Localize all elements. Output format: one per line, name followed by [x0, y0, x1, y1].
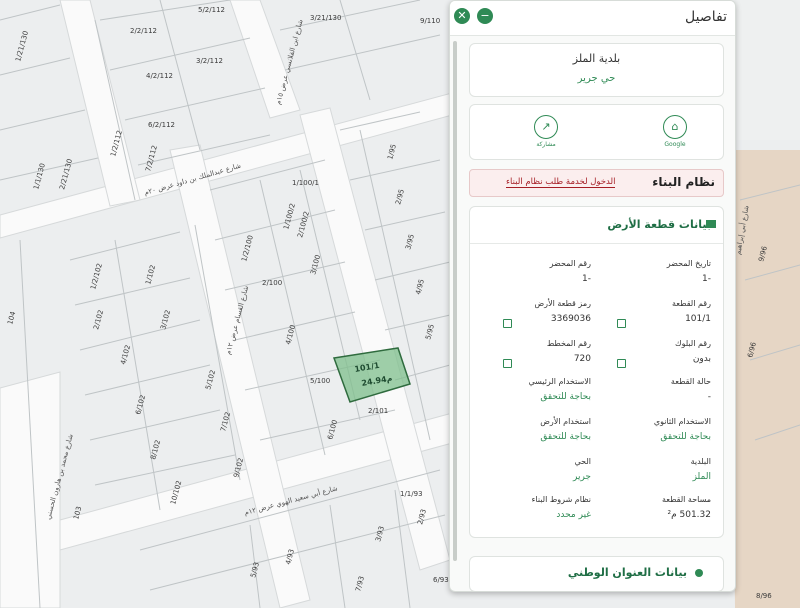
parcel-label: 4/2/112 [146, 72, 173, 80]
map-icon [706, 220, 716, 228]
field-secondary-use: الاستخدام الثانوي بحاجة للتحقق [653, 417, 711, 442]
parcel-label: 5/2/112 [198, 6, 225, 14]
parcel-label: 3/21/130 [310, 14, 341, 22]
building-system-title: نظام البناء [652, 175, 715, 189]
parcel-label: 9/110 [420, 17, 440, 25]
building-system-bar: نظام البناء الدخول لخدمة طلب نظام البناء [469, 169, 724, 197]
field-plot-status: حالة القطعة - [670, 377, 711, 402]
field-report-date: تاريخ المحضر -1 [666, 259, 711, 284]
field-main-use: الاستخدام الرئيسي بحاجة للتحقق [528, 377, 591, 402]
national-address-card[interactable]: بيانات العنوان الوطني [469, 556, 724, 591]
field-district: الحي جرير [573, 457, 591, 482]
parcel-label: 2/100 [262, 279, 282, 287]
parcel-label: 1/1/93 [400, 490, 423, 498]
share-label: مشاركة [536, 141, 556, 148]
field-plan-number: رقم المخطط 720 [546, 339, 591, 364]
google-label: Google [664, 141, 686, 148]
municipality-card: بلدية الملز حي جرير [469, 43, 724, 97]
panel-header: ✕ − تفاصيل [450, 1, 735, 36]
parcel-label: 2/101 [368, 407, 388, 415]
land-data-card: بيانات قطعة الأرض تاريخ المحضر -1 رقم ال… [469, 206, 724, 538]
field-block-number: رقم البلوك بدون [674, 339, 711, 364]
panel-title: تفاصيل [685, 9, 727, 25]
land-data-title: بيانات قطعة الأرض [607, 218, 711, 231]
parcel-label: 3/2/112 [196, 57, 223, 65]
copy-icon[interactable] [617, 359, 626, 368]
field-plot-number: رقم القطعة 101/1 [672, 299, 711, 324]
field-building-conditions: نظام شروط البناء غير محدد [531, 495, 591, 520]
copy-icon[interactable] [617, 319, 626, 328]
land-data-header[interactable]: بيانات قطعة الأرض [470, 207, 723, 244]
field-plot-code: رمز قطعة الأرض 3369036 [534, 299, 591, 324]
parcel-label: 5/100 [310, 377, 330, 385]
details-panel: ✕ − تفاصيل بلدية الملز حي جرير ⌂ Google … [449, 0, 736, 592]
parcel-label: 2/2/112 [130, 27, 157, 35]
parcel-label: 6/93 [433, 576, 449, 584]
map-pin-icon: ⌂ [663, 115, 687, 139]
actions-card: ⌂ Google ↗ مشاركة [469, 104, 724, 160]
district-name: حي جرير [577, 73, 616, 84]
close-icon[interactable]: ✕ [454, 8, 470, 24]
building-system-link[interactable]: الدخول لخدمة طلب نظام البناء [506, 177, 616, 188]
share-button[interactable]: ↗ مشاركة [526, 115, 566, 148]
municipality-name: بلدية الملز [572, 52, 621, 65]
copy-icon[interactable] [503, 359, 512, 368]
field-land-use: استخدام الأرض بحاجة للتحقق [540, 417, 591, 442]
parcel-label: 6/2/112 [148, 121, 175, 129]
field-plot-area: مساحة القطعة 501.32 م² [661, 495, 711, 520]
minimize-icon[interactable]: − [477, 8, 493, 24]
panel-scrollbar[interactable] [453, 41, 457, 561]
copy-icon[interactable] [503, 319, 512, 328]
field-report-number: رقم المحضر -1 [549, 259, 591, 284]
google-button[interactable]: ⌂ Google [655, 115, 695, 148]
national-address-title: بيانات العنوان الوطني [567, 566, 687, 579]
parcel-label: 1/100/1 [292, 179, 319, 187]
parcel-label: 8/96 [756, 592, 772, 600]
location-icon [695, 569, 703, 577]
share-icon: ↗ [534, 115, 558, 139]
field-municipality: البلدية الملز [690, 457, 711, 482]
